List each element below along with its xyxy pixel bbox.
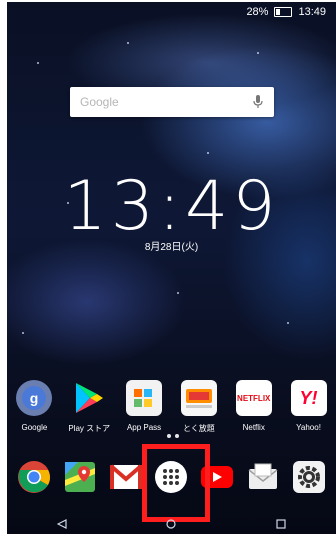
battery-icon bbox=[274, 7, 293, 17]
star bbox=[177, 292, 179, 294]
svg-text:g: g bbox=[30, 390, 39, 406]
app-netflix[interactable]: NETFLIX Netflix bbox=[228, 380, 280, 434]
navigation-bar bbox=[7, 514, 336, 534]
page-dot bbox=[175, 434, 179, 438]
app-play-store[interactable]: Play ストア bbox=[63, 380, 115, 434]
star bbox=[127, 42, 129, 44]
home-screen: 28% 13:49 Google 13:49 8月28日(火) g Google bbox=[7, 2, 336, 534]
chrome-icon[interactable] bbox=[16, 459, 52, 495]
app-pass-icon bbox=[126, 380, 163, 416]
yahoo-icon: Y! bbox=[290, 380, 327, 416]
highlight-box bbox=[142, 444, 210, 522]
star bbox=[257, 52, 259, 54]
recents-icon[interactable] bbox=[274, 517, 288, 531]
app-app-pass[interactable]: App Pass bbox=[118, 380, 170, 434]
status-time: 13:49 bbox=[298, 6, 326, 18]
app-label: Yahoo! bbox=[296, 423, 321, 432]
app-label: Netflix bbox=[242, 423, 265, 432]
status-bar: 28% 13:49 bbox=[7, 2, 336, 22]
gmail-icon[interactable] bbox=[108, 459, 144, 495]
mic-icon[interactable] bbox=[252, 94, 264, 110]
play-store-icon bbox=[71, 380, 107, 416]
back-icon[interactable] bbox=[55, 517, 69, 531]
clock-widget-date: 8月28日(火) bbox=[144, 242, 199, 253]
page-dot bbox=[167, 434, 171, 438]
battery-percent: 28% bbox=[246, 6, 269, 18]
app-row: g Google Play ストア App Pass とく放題 NETFLIX … bbox=[7, 380, 336, 434]
star bbox=[22, 332, 24, 334]
app-label: Play ストア bbox=[68, 424, 111, 433]
app-google[interactable]: g Google bbox=[8, 380, 60, 434]
google-search-bar[interactable]: Google bbox=[70, 87, 274, 117]
page-indicator bbox=[167, 434, 179, 438]
app-label: とく放題 bbox=[183, 424, 215, 433]
clock-widget-time[interactable]: 13:49 bbox=[7, 167, 336, 246]
search-placeholder: Google bbox=[80, 95, 119, 109]
maps-icon[interactable] bbox=[62, 459, 98, 495]
star bbox=[207, 152, 209, 154]
settings-icon[interactable] bbox=[291, 459, 327, 495]
star bbox=[287, 322, 289, 324]
app-yahoo[interactable]: Y! Yahoo! bbox=[283, 380, 335, 434]
star bbox=[37, 62, 39, 64]
app-toku-houdai[interactable]: とく放題 bbox=[173, 380, 225, 434]
app-label: Google bbox=[21, 423, 48, 432]
email-icon[interactable] bbox=[245, 459, 281, 495]
netflix-icon: NETFLIX bbox=[235, 380, 272, 416]
app-label: App Pass bbox=[126, 423, 162, 432]
google-folder-icon: g bbox=[16, 380, 53, 416]
home-icon[interactable] bbox=[164, 517, 178, 531]
toku-houdai-icon bbox=[180, 380, 217, 416]
